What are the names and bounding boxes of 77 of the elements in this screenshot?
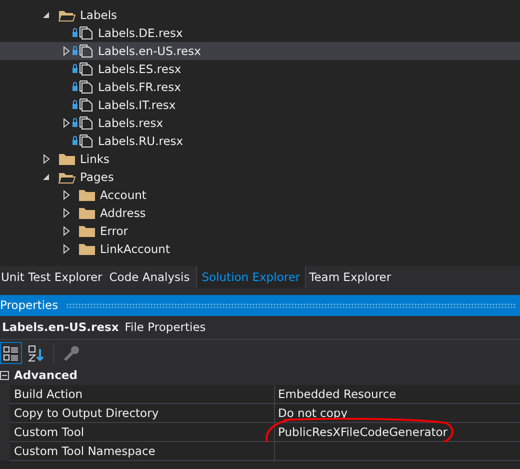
item-label: Labels.en-US.resx bbox=[97, 43, 201, 60]
property-name[interactable]: Custom Tool Namespace bbox=[10, 442, 275, 461]
item-label: Labels.FR.resx bbox=[97, 79, 181, 96]
item-label: Pages bbox=[79, 169, 114, 186]
object-type: File Properties bbox=[124, 318, 206, 336]
lock-icon bbox=[72, 100, 78, 109]
expanded-arrow-icon[interactable] bbox=[42, 173, 50, 181]
document-icon bbox=[80, 26, 92, 40]
collapsed-arrow-icon[interactable] bbox=[62, 46, 70, 56]
item-label: Labels bbox=[79, 7, 118, 24]
item-label: Labels.resx bbox=[97, 115, 164, 132]
folder-icon bbox=[58, 152, 76, 166]
tab[interactable]: Unit Test Explorer bbox=[0, 266, 106, 288]
document-icon bbox=[80, 80, 92, 94]
collapsed-arrow-icon[interactable] bbox=[62, 208, 70, 218]
open-folder-icon bbox=[58, 8, 76, 22]
property-value[interactable]: Embedded Resource bbox=[275, 385, 520, 404]
tab[interactable]: Code Analysis bbox=[108, 266, 194, 288]
document-icon bbox=[80, 98, 92, 112]
tree-item[interactable]: Labels.resx bbox=[0, 114, 520, 132]
lock-icon bbox=[72, 64, 78, 73]
tree-item[interactable]: Labels.ES.resx bbox=[0, 60, 520, 78]
document-icon bbox=[80, 44, 92, 58]
tree-item[interactable]: Address bbox=[0, 204, 520, 222]
item-label: Address bbox=[99, 205, 146, 222]
tree-item[interactable]: Labels.FR.resx bbox=[0, 78, 520, 96]
sort-alphabetical-icon bbox=[27, 344, 45, 362]
document-icon bbox=[80, 62, 92, 76]
item-label: Account bbox=[99, 187, 146, 204]
item-label: Labels.ES.resx bbox=[97, 61, 182, 78]
item-label: Links bbox=[79, 151, 110, 168]
expanded-arrow-icon[interactable] bbox=[42, 11, 50, 19]
wrench-icon bbox=[62, 344, 80, 362]
lock-icon bbox=[72, 28, 78, 37]
property-name[interactable]: Copy to Output Directory bbox=[10, 404, 275, 423]
document-icon bbox=[80, 134, 92, 148]
folder-icon bbox=[78, 224, 96, 238]
tab[interactable]: Team Explorer bbox=[308, 266, 396, 288]
tree-item[interactable]: Error bbox=[0, 222, 520, 240]
item-label: LinkAccount bbox=[99, 241, 170, 258]
item-label: Labels.DE.resx bbox=[97, 25, 183, 42]
collapsed-arrow-icon[interactable] bbox=[62, 190, 70, 200]
property-name[interactable]: Build Action bbox=[10, 385, 275, 404]
lock-icon bbox=[72, 82, 78, 91]
categorized-icon bbox=[2, 344, 20, 362]
tree-item[interactable]: Links bbox=[0, 150, 520, 168]
property-name[interactable]: Custom Tool bbox=[10, 423, 275, 442]
panel-title: Properties bbox=[0, 296, 58, 314]
collapsed-arrow-icon[interactable] bbox=[62, 226, 70, 236]
item-label: Labels.IT.resx bbox=[97, 97, 176, 114]
lock-icon bbox=[72, 118, 78, 127]
collapsed-arrow-icon[interactable] bbox=[62, 118, 70, 128]
tree-item[interactable]: Labels bbox=[0, 6, 520, 24]
item-label: Error bbox=[99, 223, 128, 240]
lock-icon bbox=[72, 46, 78, 55]
tree-item[interactable]: LinkAccount bbox=[0, 240, 520, 258]
item-label: Labels.RU.resx bbox=[97, 133, 184, 150]
tree-item[interactable]: Labels.DE.resx bbox=[0, 24, 520, 42]
collapse-icon[interactable] bbox=[0, 370, 10, 380]
tree-item[interactable]: Labels.RU.resx bbox=[0, 132, 520, 150]
folder-icon bbox=[78, 242, 96, 256]
collapsed-arrow-icon[interactable] bbox=[62, 244, 70, 254]
folder-icon bbox=[78, 188, 96, 202]
tree-item[interactable]: Account bbox=[0, 186, 520, 204]
tree-item[interactable]: Labels.en-US.resx bbox=[0, 42, 520, 60]
property-value[interactable]: PublicResXFileCodeGenerator bbox=[275, 423, 520, 442]
toolbar-button[interactable] bbox=[0, 342, 22, 364]
object-name: Labels.en-US.resx bbox=[2, 318, 119, 336]
document-icon bbox=[80, 116, 92, 130]
category-label: Advanced bbox=[14, 366, 78, 384]
open-folder-icon bbox=[58, 170, 76, 184]
tree-item[interactable]: Labels.IT.resx bbox=[0, 96, 520, 114]
collapsed-arrow-icon[interactable] bbox=[42, 154, 50, 164]
folder-icon bbox=[78, 206, 96, 220]
tree-item[interactable]: Pages bbox=[0, 168, 520, 186]
lock-icon bbox=[72, 136, 78, 145]
tab[interactable]: Solution Explorer bbox=[196, 266, 306, 288]
